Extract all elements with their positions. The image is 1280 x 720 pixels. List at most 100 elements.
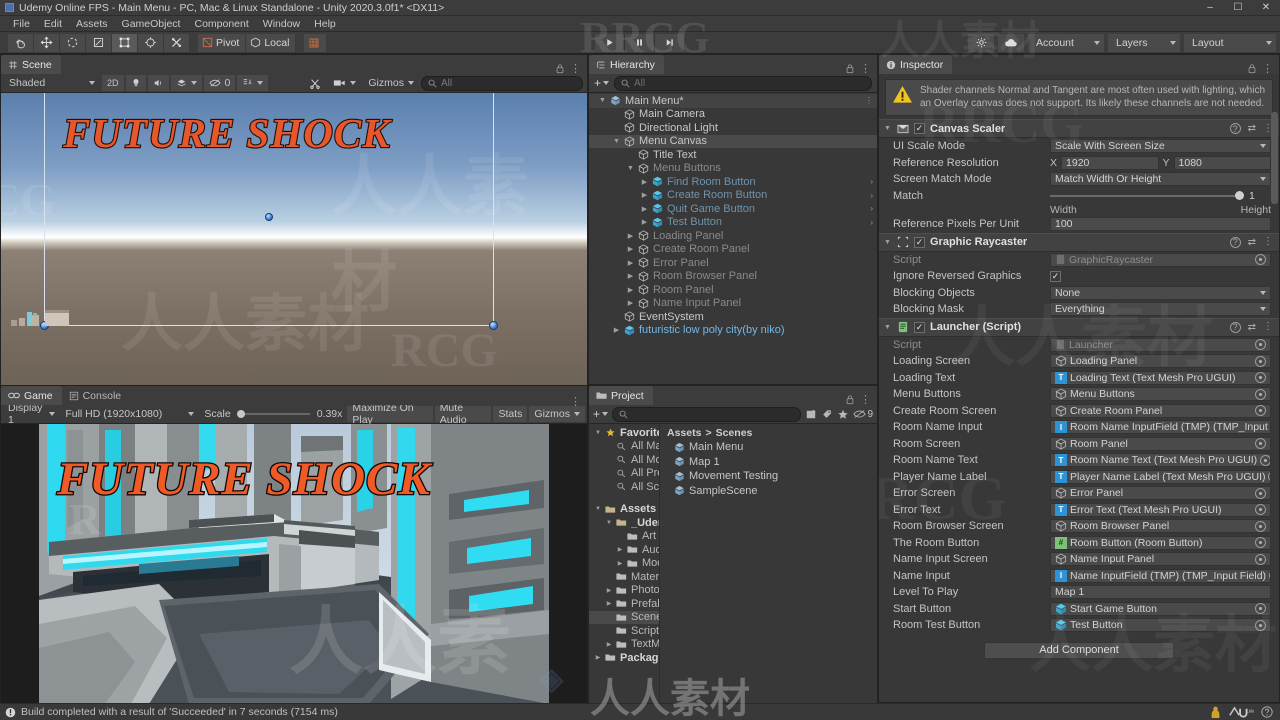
scale-slider-knob[interactable] [236, 410, 245, 418]
canvas-handle-bottom-right[interactable] [489, 321, 498, 330]
tab-hierarchy[interactable]: Hierarchy [589, 55, 664, 74]
chevron-right-icon[interactable]: ▶ [640, 178, 649, 186]
person-icon[interactable] [1210, 706, 1221, 719]
chevron-right-icon[interactable]: ▶ [616, 546, 624, 553]
property-checkbox[interactable]: ✓ [1050, 270, 1061, 282]
project-asset-main-menu[interactable]: Main Menu [660, 440, 877, 455]
chevron-down-icon[interactable]: ▼ [612, 138, 621, 145]
property-value[interactable]: T Room Name Text (Text Mesh Pro UGUI) [1050, 453, 1271, 468]
project-folder-art[interactable]: Art [589, 530, 659, 544]
scene-camera-button[interactable] [328, 75, 361, 91]
hierarchy-item-menu-buttons[interactable]: ▼ Menu Buttons [589, 162, 877, 176]
x-input[interactable]: 1920 [1061, 155, 1159, 170]
layout-dropdown[interactable]: Layout [1184, 33, 1276, 52]
open-prefab-chevron-icon[interactable]: › [870, 177, 873, 186]
tab-project[interactable]: Project [589, 386, 653, 405]
project-folder-all-materials[interactable]: All Materials [589, 440, 659, 454]
chevron-right-icon[interactable]: ▶ [640, 191, 649, 199]
grid-snap-button[interactable] [304, 33, 328, 52]
match-slider[interactable]: 1 [1050, 190, 1271, 202]
chevron-right-icon[interactable]: ▶ [605, 641, 613, 648]
menu-help[interactable]: Help [307, 16, 343, 32]
match-slider-knob[interactable] [1235, 190, 1244, 200]
property-value[interactable]: I Name InputField (TMP) (TMP_Input Field) [1050, 568, 1271, 583]
scene-search-input[interactable]: All [420, 75, 583, 91]
create-asset-button[interactable]: + [593, 407, 609, 421]
project-folder-all-models[interactable]: All Models [589, 453, 659, 467]
chevron-down-icon[interactable]: ▼ [594, 506, 602, 512]
create-object-button[interactable]: + [594, 76, 610, 90]
hierarchy-item-main-camera[interactable]: Main Camera [589, 108, 877, 122]
gizmos-dropdown[interactable]: Gizmos [363, 75, 419, 91]
toggle-2d-button[interactable]: 2D [102, 75, 124, 91]
shading-mode-dropdown[interactable]: Shaded [4, 75, 100, 91]
property-value[interactable]: 100 [1050, 217, 1271, 232]
step-button[interactable] [655, 33, 685, 52]
hand-tool-button[interactable] [8, 33, 34, 52]
menu-assets[interactable]: Assets [69, 16, 115, 32]
tab-game[interactable]: Game [1, 386, 62, 405]
inspector-scrollbar[interactable] [1271, 98, 1278, 698]
hierarchy-item-main-menu[interactable]: ▼ Main Menu* ⋮ [589, 94, 877, 108]
hierarchy-item-directional-light[interactable]: Directional Light [589, 121, 877, 135]
preset-icon[interactable]: ⇄ [1248, 322, 1256, 333]
property-value[interactable]: # Room Button (Room Button) [1050, 535, 1271, 550]
hierarchy-item-futuristic-low-poly-city-by-niko[interactable]: ▶ futuristic low poly city(by niko) [589, 324, 877, 338]
object-picker-icon[interactable] [1260, 454, 1270, 466]
property-value[interactable]: Error Panel [1050, 486, 1271, 501]
project-search-input[interactable] [612, 406, 802, 422]
project-folder-all-prefabs[interactable]: All Prefabs [589, 467, 659, 481]
property-value[interactable]: Match Width Or Height [1050, 172, 1271, 187]
project-folder-all-scripts[interactable]: All Scripts [589, 480, 659, 494]
object-picker-icon[interactable] [1255, 405, 1266, 417]
hierarchy-item-title-text[interactable]: Title Text [589, 148, 877, 162]
hierarchy-item-test-button[interactable]: ▶ Test Button › [589, 216, 877, 230]
favorites-star-icon[interactable] [837, 409, 849, 420]
rotate-tool-button[interactable] [60, 33, 86, 52]
chevron-down-icon[interactable]: ▼ [626, 165, 635, 172]
project-folder-assets[interactable]: ▼ Assets [589, 503, 659, 517]
open-prefab-chevron-icon[interactable]: › [870, 204, 873, 213]
help-icon[interactable]: ? [1229, 123, 1241, 134]
component-enabled-checkbox[interactable]: ✓ [914, 236, 925, 248]
hierarchy-item-menu-canvas[interactable]: ▼ Menu Canvas [589, 134, 877, 148]
project-folder-scripts[interactable]: Scripts [589, 624, 659, 638]
inspector-menu-icon[interactable]: ⋮ [1262, 63, 1273, 74]
project-folder-audio[interactable]: ▶ Audio [589, 543, 659, 557]
chevron-right-icon[interactable]: ▶ [640, 205, 649, 213]
hierarchy-item-room-browser-panel[interactable]: ▶ Room Browser Panel [589, 270, 877, 284]
chevron-right-icon[interactable]: ▶ [626, 232, 635, 240]
scene-audio-button[interactable] [147, 75, 169, 91]
project-folder-models[interactable]: ▶ Models [589, 557, 659, 571]
hierarchy-item-quit-game-button[interactable]: ▶ Quit Game Button › [589, 202, 877, 216]
stats-button[interactable]: Stats [493, 406, 528, 422]
move-tool-button[interactable] [34, 33, 60, 52]
object-picker-icon[interactable] [1255, 254, 1266, 266]
object-picker-icon[interactable] [1255, 487, 1266, 499]
hierarchy-item-room-panel[interactable]: ▶ Room Panel [589, 283, 877, 297]
property-value[interactable]: None [1050, 285, 1271, 300]
object-picker-icon[interactable] [1255, 537, 1266, 549]
object-picker-icon[interactable] [1255, 355, 1266, 367]
hierarchy-item-find-room-button[interactable]: ▶ Find Room Button › [589, 175, 877, 189]
property-value[interactable]: I Room Name InputField (TMP) (TMP_Input [1050, 420, 1271, 435]
component-header-graphic-raycaster[interactable]: ▼ ✓ Graphic Raycaster? ⇄ ⋮ [879, 232, 1279, 252]
open-prefab-chevron-icon[interactable]: › [870, 218, 873, 227]
pivot-toggle-button[interactable]: Pivot [198, 33, 247, 52]
lock-icon[interactable] [1247, 63, 1257, 74]
account-dropdown[interactable]: Account [1028, 33, 1104, 52]
project-folder-packages[interactable]: ▶ Packages [589, 651, 659, 665]
collab-settings-button[interactable] [968, 33, 994, 52]
scene-lighting-button[interactable] [125, 75, 146, 91]
close-button[interactable]: ✕ [1252, 0, 1280, 16]
open-prefab-chevron-icon[interactable]: › [870, 191, 873, 200]
object-picker-icon[interactable] [1255, 619, 1266, 631]
game-gizmos-dropdown[interactable]: Gizmos [529, 406, 585, 422]
component-enabled-checkbox[interactable]: ✓ [914, 321, 925, 333]
project-folder-photon[interactable]: ▶ Photon [589, 584, 659, 598]
project-folder-textmesh-p[interactable]: ▶ TextMesh P [589, 638, 659, 652]
object-picker-icon[interactable] [1255, 388, 1266, 400]
property-value[interactable]: T Loading Text (Text Mesh Pro UGUI) [1050, 370, 1271, 385]
object-picker-icon[interactable] [1255, 520, 1266, 532]
maximize-on-play-button[interactable]: Maximize On Play [347, 402, 433, 426]
